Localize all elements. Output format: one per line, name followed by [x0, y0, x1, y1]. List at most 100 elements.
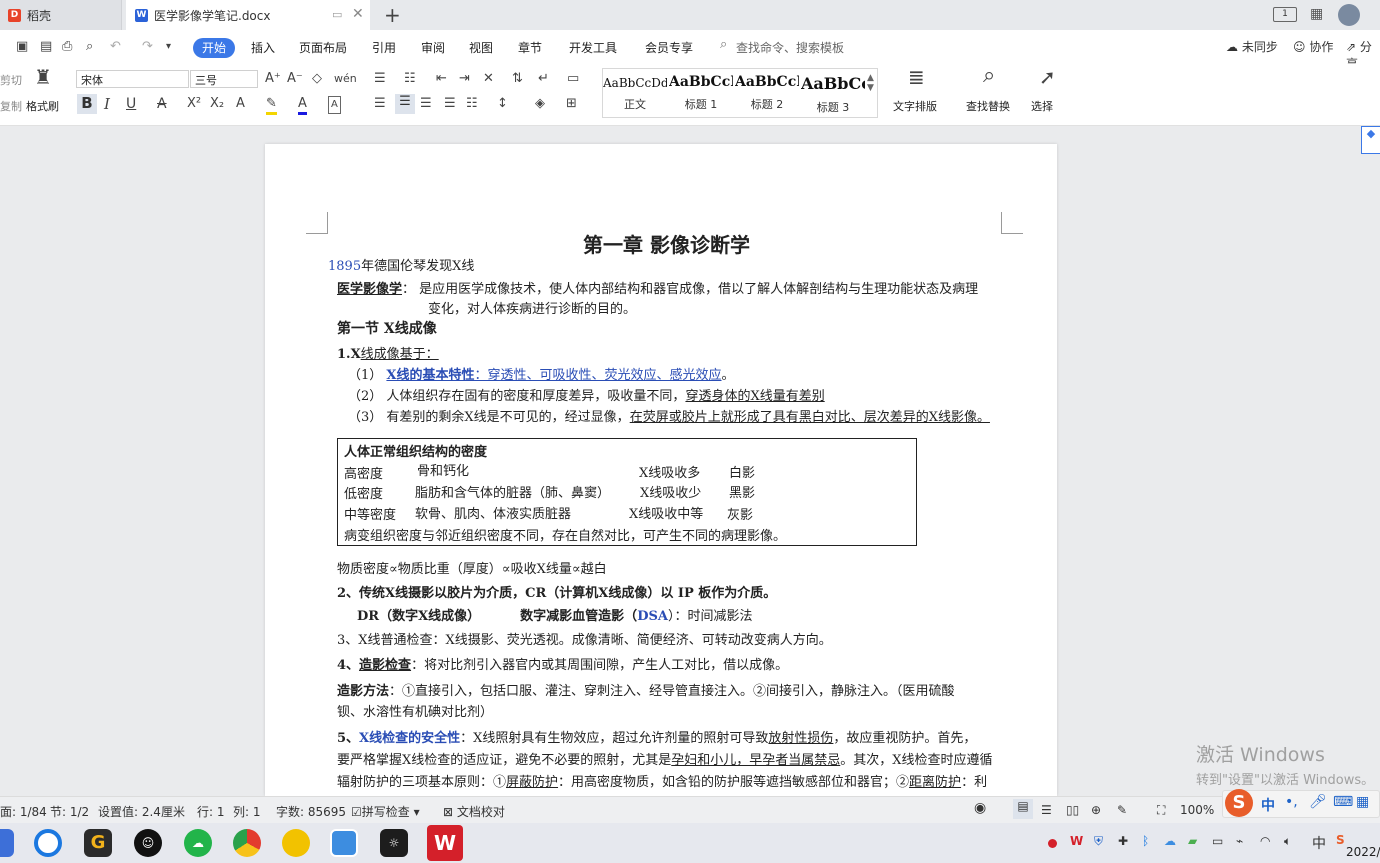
strikethrough-icon[interactable]: A — [157, 96, 167, 112]
wechat-icon[interactable]: ☁ — [184, 829, 212, 857]
text-effect-icon[interactable]: A — [236, 96, 245, 112]
justify-icon[interactable]: ☰ — [444, 96, 456, 112]
wps-writer-icon[interactable]: W — [427, 825, 463, 861]
quick-access-dropdown-icon[interactable]: ▾ — [166, 39, 171, 55]
page-view-icon[interactable]: ▤ — [1013, 799, 1033, 819]
netdisk-tray-icon[interactable]: ☁ — [1164, 834, 1176, 848]
shrink-font-icon[interactable]: A⁻ — [287, 71, 303, 87]
select-button[interactable]: 选择 — [1031, 98, 1053, 114]
punct-icon[interactable]: •, — [1285, 794, 1298, 810]
bold-icon[interactable]: B — [77, 94, 97, 114]
gaming-app-icon[interactable]: G — [84, 829, 112, 857]
show-marks-icon[interactable]: ↵ — [538, 71, 549, 87]
style-scroll-icon[interactable]: ▲ ▼ — [867, 73, 874, 93]
mic-icon[interactable]: 🎤︎ — [1309, 794, 1327, 810]
font-color-icon[interactable]: A — [298, 96, 307, 115]
tab-developer[interactable]: 开发工具 — [569, 39, 617, 56]
sync-status[interactable]: ☁ 未同步 — [1226, 38, 1278, 55]
close-tab-icon[interactable]: ✕ — [352, 6, 364, 22]
save-icon[interactable]: ▣ — [16, 39, 28, 55]
export-icon[interactable]: ▤ — [40, 39, 52, 55]
borders-icon[interactable]: ⊞ — [566, 96, 577, 112]
tab-member[interactable]: 会员专享 — [645, 39, 693, 56]
print-preview-icon[interactable]: ⌕ — [86, 39, 93, 55]
tab-daoke[interactable]: D 稻壳 — [0, 0, 122, 30]
app-dark-icon[interactable]: ☼ — [380, 829, 408, 857]
tab-home[interactable]: 开始 — [193, 38, 235, 58]
highlight-icon[interactable]: ✎ — [266, 96, 277, 115]
format-painter-button[interactable]: 格式刷 — [26, 98, 59, 114]
align-right-icon[interactable]: ☰ — [420, 96, 432, 112]
tab-document[interactable]: W 医学影像学笔记.docx ▭ ✕ — [126, 0, 370, 30]
write-view-icon[interactable]: ✎ — [1117, 803, 1127, 817]
outline-view-icon[interactable]: ☰ — [1041, 803, 1052, 817]
tab-chapter[interactable]: 章节 — [518, 39, 542, 56]
char-border-icon[interactable]: A — [328, 96, 341, 114]
keyboard-icon[interactable]: ⌨ — [1333, 794, 1353, 810]
print-icon[interactable]: ⎙ — [62, 39, 72, 55]
increase-indent-icon[interactable]: ⇥ — [459, 71, 470, 87]
find-replace-button[interactable]: 查找替换 — [966, 98, 1010, 114]
cut-button[interactable]: 剪切 — [0, 72, 22, 88]
wps-tray-icon[interactable]: W — [1070, 834, 1083, 848]
style-heading-3[interactable]: AaBbCc 标题 3 — [801, 74, 865, 115]
taskbar-app-icon[interactable] — [0, 829, 14, 857]
table-layout-icon[interactable]: ▭ — [567, 71, 579, 87]
reading-view-icon[interactable]: ▯▯ — [1066, 803, 1079, 817]
word-count[interactable]: 字数: 85695 — [276, 803, 346, 820]
layout-toggle-icon[interactable]: 1 — [1273, 7, 1297, 22]
volume-icon[interactable]: 🔈︎ — [1284, 834, 1291, 849]
ime-tray[interactable]: 中 — [1312, 833, 1326, 853]
underline-icon[interactable]: U — [126, 96, 136, 112]
zoom-level[interactable]: 100% — [1180, 803, 1214, 817]
clock-date[interactable]: 2022/ — [1346, 845, 1380, 859]
side-panel-toggle-icon[interactable]: ◆ — [1361, 126, 1380, 154]
collab-button[interactable]: ☺ 协作 — [1293, 38, 1333, 55]
font-size-select[interactable]: 三号 — [190, 70, 258, 88]
align-center-icon[interactable]: ☰ — [395, 94, 415, 114]
line-spacing-icon[interactable]: ↕ — [497, 96, 508, 112]
qq-icon[interactable]: ☺ — [134, 829, 162, 857]
subscript-icon[interactable]: X₂ — [210, 96, 224, 112]
copy-button[interactable]: 复制 — [0, 98, 22, 114]
new-tab-button[interactable]: + — [384, 3, 401, 27]
proofread-button[interactable]: ⊠ 文档校对 — [443, 803, 505, 820]
italic-icon[interactable]: I — [104, 96, 110, 112]
text-layout-button[interactable]: 文字排版 — [893, 98, 937, 114]
browser-q-icon[interactable] — [34, 829, 62, 857]
text-layout-icon[interactable]: ≣ — [908, 67, 925, 87]
phonetic-guide-icon[interactable]: wén — [334, 71, 357, 87]
app-yellow-icon[interactable] — [282, 829, 310, 857]
security-tray-icon[interactable]: ✚ — [1118, 834, 1128, 848]
shading-icon[interactable]: ◈ — [535, 96, 545, 112]
decrease-indent-icon[interactable]: ⇤ — [436, 71, 447, 87]
tab-insert[interactable]: 插入 — [251, 39, 275, 56]
tab-references[interactable]: 引用 — [372, 39, 396, 56]
grow-font-icon[interactable]: A⁺ — [265, 71, 281, 87]
chrome-icon[interactable] — [233, 829, 261, 857]
sogou-tray-icon[interactable]: S — [1336, 833, 1345, 847]
page-indicator[interactable]: 页面: 1/84 — [0, 803, 47, 820]
nvidia-icon[interactable]: ▰ — [1188, 834, 1197, 848]
style-normal[interactable]: AaBbCcDd 正文 — [603, 74, 667, 112]
ime-mode[interactable]: 中 — [1261, 795, 1275, 815]
style-heading-1[interactable]: AaBbCcI 标题 1 — [669, 74, 733, 112]
chinese-layout-icon[interactable]: ✕ — [483, 71, 494, 87]
command-search[interactable]: 查找命令、搜索模板 — [736, 39, 844, 56]
align-left-icon[interactable]: ☰ — [374, 96, 386, 112]
sort-icon[interactable]: ⇅ — [512, 71, 523, 87]
sogou-logo-icon[interactable]: S — [1225, 789, 1253, 817]
fit-page-icon[interactable]: ⛶ — [1157, 803, 1165, 818]
select-pointer-icon[interactable]: ➚ — [1039, 67, 1056, 87]
avatar[interactable] — [1338, 4, 1360, 26]
undo-icon[interactable]: ↶ — [110, 39, 121, 55]
baidu-netdisk-icon[interactable] — [330, 829, 358, 857]
clear-format-icon[interactable]: ◇ — [312, 71, 322, 87]
redo-icon[interactable]: ↷ — [142, 39, 153, 55]
tab-view[interactable]: 视图 — [469, 39, 493, 56]
usb-icon[interactable]: ⌁ — [1236, 834, 1243, 848]
style-heading-2[interactable]: AaBbCcD 标题 2 — [735, 74, 799, 112]
numbering-icon[interactable]: ☷ — [404, 71, 416, 87]
web-view-icon[interactable]: ⊕ — [1091, 803, 1101, 817]
eye-protection-icon[interactable]: ◉ — [974, 800, 986, 816]
